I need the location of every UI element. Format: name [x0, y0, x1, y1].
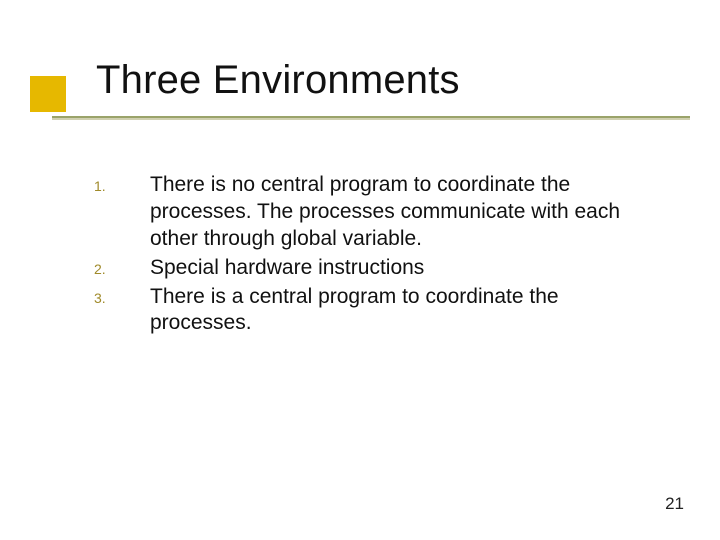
- accent-square-icon: [30, 76, 66, 112]
- list-text: Special hardware instructions: [150, 255, 650, 282]
- list-marker: 1.: [94, 172, 150, 194]
- list-marker: 3.: [94, 284, 150, 306]
- page-number: 21: [665, 494, 684, 514]
- list-item: 2. Special hardware instructions: [94, 255, 650, 282]
- slide-title: Three Environments: [96, 58, 460, 103]
- list-item: 3. There is a central program to coordin…: [94, 284, 650, 338]
- title-underline: [52, 116, 690, 118]
- list-text: There is a central program to coordinate…: [150, 284, 650, 338]
- list-item: 1. There is no central program to coordi…: [94, 172, 650, 253]
- list-marker: 2.: [94, 255, 150, 277]
- slide-header: Three Environments: [0, 64, 690, 142]
- list-text: There is no central program to coordinat…: [150, 172, 650, 253]
- slide: Three Environments 1. There is no centra…: [0, 0, 720, 540]
- slide-body: 1. There is no central program to coordi…: [94, 172, 650, 339]
